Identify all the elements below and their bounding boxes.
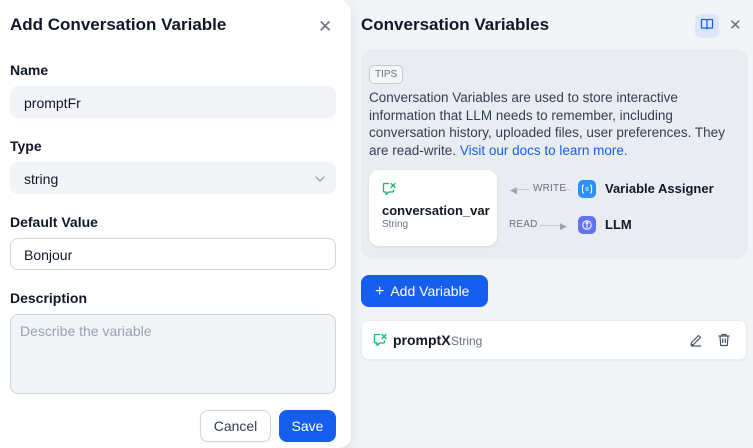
chevron-down-icon <box>315 163 325 207</box>
save-button[interactable]: Save <box>279 410 336 442</box>
variable-type: String <box>451 334 483 348</box>
conversation-variable-icon <box>373 333 388 352</box>
conversation-variables-title: Conversation Variables <box>361 15 550 34</box>
trash-icon[interactable] <box>716 332 732 348</box>
docs-link[interactable]: Visit our docs to learn more. <box>460 143 628 158</box>
llm-label: LLM <box>605 217 632 232</box>
docs-button[interactable] <box>695 14 719 38</box>
read-line <box>540 225 562 226</box>
tips-text: Conversation Variables are used to store… <box>369 89 741 159</box>
app-root: Add Conversation Variable ✕ Name promptF… <box>0 0 753 448</box>
close-icon[interactable]: ✕ <box>318 18 332 35</box>
description-label: Description <box>10 290 88 306</box>
name-label: Name <box>10 62 49 78</box>
write-arrow-icon: ◀ <box>510 185 517 195</box>
variable-name: promptX <box>393 332 451 348</box>
book-icon <box>700 17 714 36</box>
name-input[interactable]: promptFr <box>10 86 336 118</box>
type-label: Type <box>10 138 42 154</box>
default-value-input[interactable]: Bonjour <box>10 238 336 270</box>
description-textarea[interactable]: Describe the variable <box>10 314 336 394</box>
add-variable-panel: Add Conversation Variable ✕ Name promptF… <box>0 0 351 448</box>
name-input-value: promptFr <box>24 95 81 111</box>
add-variable-label: Add Variable <box>390 283 470 299</box>
default-value-text: Bonjour <box>24 247 73 263</box>
assigner-label: Variable Assigner <box>605 181 714 196</box>
card-variable-name: conversation_var <box>382 203 490 218</box>
close-icon[interactable]: ✕ <box>729 18 742 33</box>
type-select-value: string <box>24 171 59 187</box>
write-line-right <box>564 189 570 190</box>
description-placeholder: Describe the variable <box>20 323 152 339</box>
conversation-variable-icon <box>382 182 397 201</box>
panel-title: Add Conversation Variable <box>10 15 227 34</box>
type-select[interactable]: string <box>10 162 336 194</box>
write-line <box>515 189 529 190</box>
add-variable-button[interactable]: + Add Variable <box>361 275 488 307</box>
card-variable-type: String <box>382 219 409 230</box>
read-label: READ <box>509 219 538 230</box>
pencil-icon[interactable] <box>688 332 704 348</box>
cancel-button[interactable]: Cancel <box>200 410 271 442</box>
variable-card: conversation_var String <box>369 170 497 246</box>
plus-icon: + <box>375 283 385 300</box>
variable-list-item[interactable]: promptX String <box>361 320 747 360</box>
write-label: WRITE <box>533 183 567 194</box>
variable-assigner-icon <box>578 180 596 198</box>
tips-badge: TIPS <box>369 65 404 84</box>
llm-icon <box>578 216 596 234</box>
default-value-label: Default Value <box>10 214 98 230</box>
read-arrow-icon: ▶ <box>560 221 567 231</box>
